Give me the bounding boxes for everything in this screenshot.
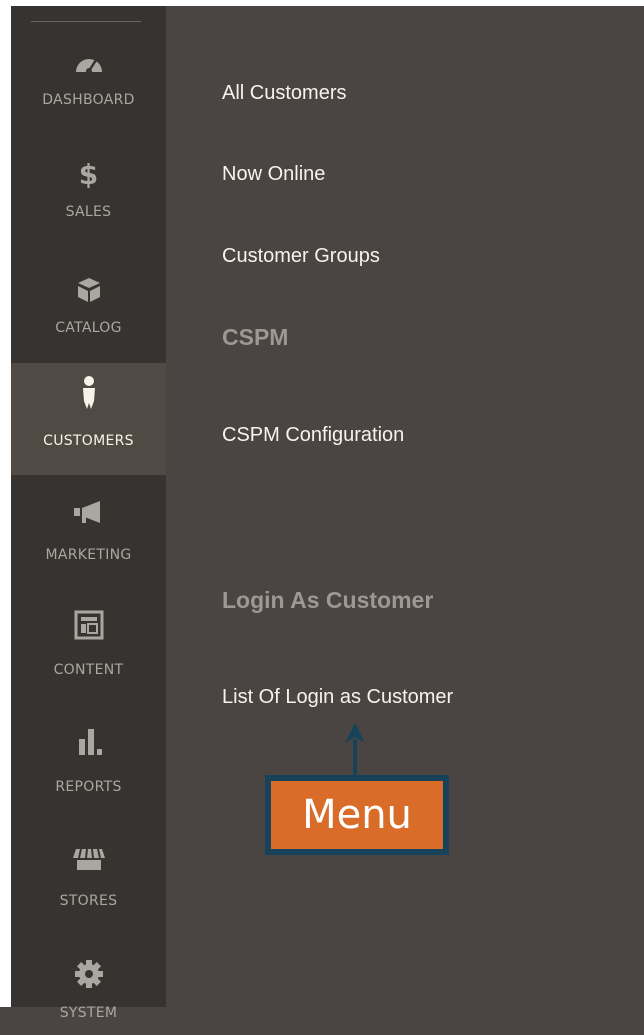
customers-submenu-panel: All Customers Now Online Customer Groups… <box>166 6 644 1007</box>
sidebar-item-system[interactable]: SYSTEM <box>11 923 166 1035</box>
sidebar-item-dashboard[interactable]: DASHBOARD <box>11 36 166 146</box>
sidebar-item-stores[interactable]: STORES <box>11 811 166 923</box>
menu-link-now-online[interactable]: Now Online <box>222 163 325 186</box>
menu-link-list-of-login-as-customer[interactable]: List Of Login as Customer <box>222 686 453 709</box>
sidebar-item-reports[interactable]: REPORTS <box>11 699 166 811</box>
sidebar-item-label: CATALOG <box>55 320 122 336</box>
section-heading-login-as-customer: Login As Customer <box>222 587 434 613</box>
menu-link-all-customers[interactable]: All Customers <box>222 82 346 105</box>
sidebar-divider <box>31 21 141 22</box>
left-margin <box>0 0 11 1007</box>
dashboard-icon <box>11 52 166 74</box>
store-icon <box>11 847 166 871</box>
dollar-icon: $ <box>78 158 99 191</box>
sidebar-item-label: REPORTS <box>55 779 122 795</box>
sidebar-item-label: SALES <box>65 204 112 220</box>
annotation-arrow-line <box>353 739 357 780</box>
sidebar-item-customers[interactable]: CUSTOMERS <box>11 363 166 475</box>
sidebar-item-label: MARKETING <box>45 547 132 563</box>
sidebar-item-content[interactable]: CONTENT <box>11 587 166 699</box>
sidebar-item-label: CUSTOMERS <box>43 433 134 449</box>
section-heading-cspm: CSPM <box>222 324 289 350</box>
box-icon <box>11 276 166 304</box>
layout-icon <box>11 610 166 640</box>
sidebar-item-label: STORES <box>59 893 118 909</box>
sidebar-item-marketing[interactable]: MARKETING <box>11 475 166 587</box>
sidebar-item-label: DASHBOARD <box>42 92 135 108</box>
gear-icon <box>11 959 166 989</box>
sidebar-item-catalog[interactable]: CATALOG <box>11 258 166 370</box>
annotation-callout: Menu <box>265 775 449 855</box>
admin-sidebar: DASHBOARD $ SALES CATALOG CUSTOMERS MARK… <box>11 6 166 1021</box>
menu-link-customer-groups[interactable]: Customer Groups <box>222 245 380 268</box>
menu-link-cspm-configuration[interactable]: CSPM Configuration <box>222 424 404 447</box>
person-icon <box>11 375 166 411</box>
callout-label: Menu <box>271 781 443 849</box>
bar-chart-icon <box>11 727 166 757</box>
megaphone-icon <box>11 500 166 524</box>
sidebar-item-sales[interactable]: $ SALES <box>11 146 166 258</box>
sidebar-item-label: CONTENT <box>53 662 124 678</box>
sidebar-item-label: SYSTEM <box>59 1005 118 1021</box>
